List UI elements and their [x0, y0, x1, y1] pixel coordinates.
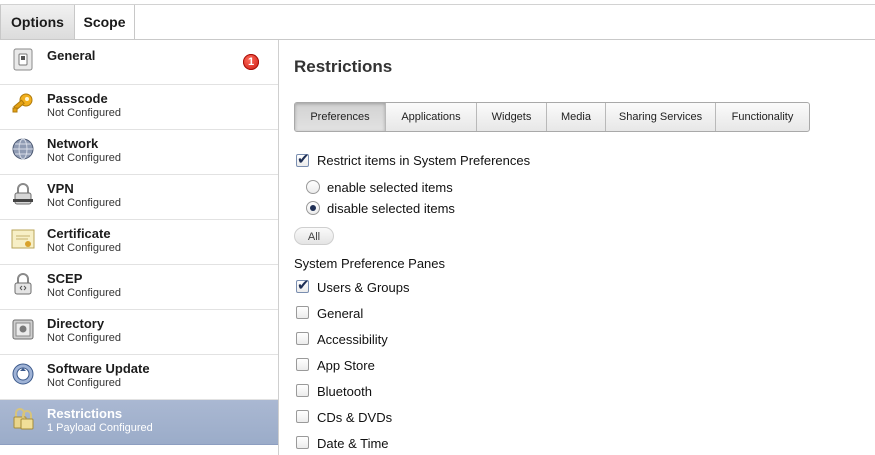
tab-functionality[interactable]: Functionality	[716, 103, 809, 131]
enable-selected-label: enable selected items	[327, 180, 453, 195]
sidebar-item-status: 1 Payload Configured	[47, 422, 153, 434]
sidebar-item-label: SCEP	[47, 271, 83, 286]
sidebar-item-restrictions[interactable]: Restrictions 1 Payload Configured	[0, 400, 278, 445]
sidebar-item-status: Not Configured	[47, 197, 121, 209]
sidebar-item-scep[interactable]: SCEP Not Configured	[0, 265, 278, 310]
sidebar-item-status: Not Configured	[47, 152, 121, 164]
radio-selected-dot	[310, 205, 316, 211]
pane-checkbox-general[interactable]	[296, 306, 309, 319]
tab-widgets[interactable]: Widgets	[477, 103, 547, 131]
pane-label: CDs & DVDs	[317, 410, 393, 425]
tab-options[interactable]: Options	[0, 5, 75, 39]
certificate-icon	[11, 229, 35, 249]
general-switch-icon	[13, 48, 33, 71]
enable-selected-radio[interactable]	[306, 180, 320, 194]
sidebar-item-status: Not Configured	[47, 377, 121, 389]
checkmark-icon: ✔	[297, 151, 310, 168]
payload-sidebar: General 1 Passcode Not Configured Networ…	[0, 40, 279, 455]
sidebar-item-label: Network	[47, 136, 99, 151]
disable-selected-label: disable selected items	[327, 201, 455, 216]
restrict-items-label: Restrict items in System Preferences	[317, 153, 531, 168]
restrictions-panel: Restrictions Preferences Applications Wi…	[279, 40, 875, 455]
key-icon	[12, 93, 33, 113]
sidebar-item-passcode[interactable]: Passcode Not Configured	[0, 85, 278, 130]
error-badge: 1	[243, 54, 259, 70]
pane-checkbox-users-groups[interactable]: ✔	[296, 277, 310, 294]
restrictions-lock-icon	[13, 408, 34, 430]
globe-icon	[12, 138, 34, 160]
pane-label: Users & Groups	[317, 280, 410, 295]
restrict-items-checkbox[interactable]: ✔	[296, 151, 310, 168]
sidebar-item-vpn[interactable]: VPN Not Configured	[0, 175, 278, 220]
pane-label: Accessibility	[317, 332, 388, 347]
top-tab-bar: Options Scope	[0, 0, 875, 40]
all-button[interactable]: All	[294, 227, 334, 245]
sidebar-item-label: Software Update	[47, 361, 150, 376]
sidebar-item-general[interactable]: General 1	[0, 40, 278, 85]
tab-scope[interactable]: Scope	[75, 5, 135, 39]
tab-applications[interactable]: Applications	[386, 103, 477, 131]
pane-label: General	[317, 306, 364, 321]
pane-checkbox-app-store[interactable]	[296, 358, 309, 371]
pane-checkbox-accessibility[interactable]	[296, 332, 309, 345]
checkmark-icon: ✔	[297, 277, 310, 294]
sidebar-item-software-update[interactable]: Software Update Not Configured	[0, 355, 278, 400]
sidebar-item-status: Not Configured	[47, 332, 121, 344]
pane-checkbox-date-time[interactable]	[296, 436, 309, 449]
restrictions-tab-bar: Preferences Applications Widgets Media S…	[294, 102, 810, 132]
directory-icon	[12, 319, 34, 340]
tab-media[interactable]: Media	[547, 103, 606, 131]
scep-lock-icon	[14, 273, 32, 295]
sidebar-item-label: Restrictions	[47, 406, 123, 421]
pane-checkbox-cds-dvds[interactable]	[296, 410, 309, 423]
sidebar-item-status: Not Configured	[47, 287, 121, 299]
sidebar-item-label: VPN	[47, 181, 74, 196]
page-title: Restrictions	[294, 57, 393, 76]
sidebar-item-certificate[interactable]: Certificate Not Configured	[0, 220, 278, 265]
sidebar-item-status: Not Configured	[47, 242, 121, 254]
sidebar-item-network[interactable]: Network Not Configured	[0, 130, 278, 175]
software-update-icon	[12, 363, 34, 385]
sidebar-item-label: Passcode	[47, 91, 108, 106]
tab-preferences[interactable]: Preferences	[295, 103, 386, 131]
sidebar-item-label: Certificate	[47, 226, 111, 241]
tab-sharing-services[interactable]: Sharing Services	[606, 103, 716, 131]
sidebar-item-label: General	[47, 48, 96, 63]
pane-label: App Store	[317, 358, 375, 373]
sidebar-item-label: Directory	[47, 316, 105, 331]
vpn-lock-icon	[13, 183, 33, 205]
disable-selected-radio[interactable]	[306, 201, 320, 215]
sidebar-item-directory[interactable]: Directory Not Configured	[0, 310, 278, 355]
pane-label: Bluetooth	[317, 384, 372, 399]
panes-heading: System Preference Panes	[294, 256, 446, 271]
pane-label: Date & Time	[317, 436, 389, 451]
sidebar-item-status: Not Configured	[47, 107, 121, 119]
pane-checkbox-bluetooth[interactable]	[296, 384, 309, 397]
